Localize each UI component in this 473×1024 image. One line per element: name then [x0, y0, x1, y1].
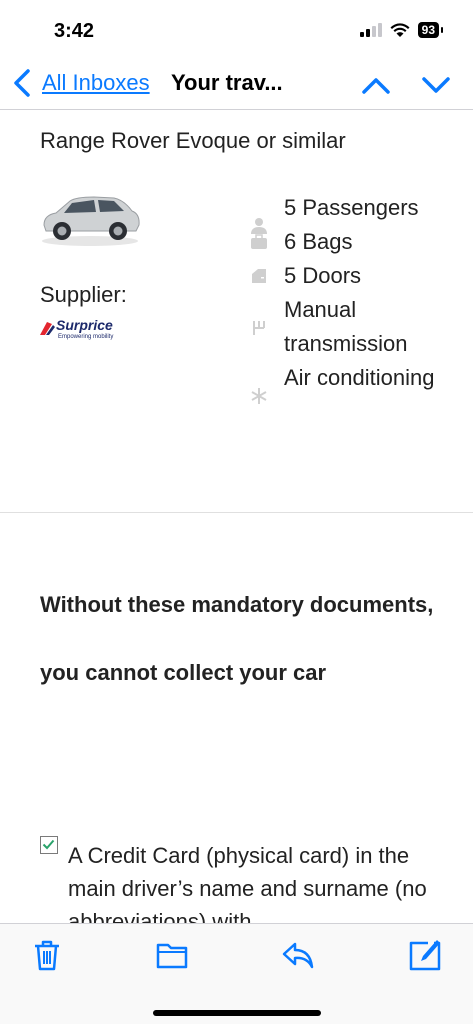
bottom-toolbar: [0, 923, 473, 1024]
feature-transmission: Manual transmission: [250, 293, 460, 361]
status-icons: 93: [359, 22, 444, 38]
feature-air-conditioning: Air conditioning: [250, 361, 460, 404]
checkmark-icon: [42, 839, 55, 850]
gear-shift-icon: [253, 321, 265, 335]
feature-doors: 5 Doors: [250, 259, 460, 293]
bag-icon: [251, 234, 267, 249]
home-indicator[interactable]: [153, 1010, 321, 1016]
supplier-logo-tagline: Empowering mobility: [58, 334, 114, 340]
email-subject-title: Your trav...: [171, 70, 283, 95]
trash-icon[interactable]: [30, 938, 64, 972]
section-divider: [0, 512, 473, 513]
battery-icon: 93: [417, 22, 444, 38]
reply-icon[interactable]: [281, 938, 315, 972]
supplier-logo-name: Surprice: [56, 317, 113, 333]
back-chevron-icon[interactable]: [10, 68, 34, 98]
compose-icon[interactable]: [408, 938, 442, 972]
nav-bar: All Inboxes Your trav...: [0, 60, 473, 110]
car-features-list: 5 Passengers 6 Bags 5 Doors Manual trans…: [250, 191, 460, 404]
status-time: 3:42: [54, 20, 95, 42]
car-model: Range Rover Evoque or similar: [40, 128, 346, 153]
car-image: [42, 196, 140, 246]
feature-bags: 6 Bags: [250, 225, 460, 259]
supplier-label: Supplier:: [40, 282, 127, 307]
cellular-signal-icon: [359, 23, 382, 37]
next-message-chevron-down-icon[interactable]: [420, 72, 452, 98]
wifi-icon: [390, 22, 410, 37]
snowflake-icon: [251, 388, 267, 404]
supplier-logo-mark-icon: [40, 322, 55, 335]
back-button-all-inboxes[interactable]: All Inboxes: [42, 70, 150, 96]
supplier-logo: Surprice Empowering mobility: [38, 317, 138, 343]
door-icon: [252, 269, 266, 283]
feature-passengers: 5 Passengers: [250, 191, 460, 234]
status-bar: 3:42 93: [0, 0, 473, 60]
document-checkbox: [40, 836, 58, 854]
previous-message-chevron-up-icon[interactable]: [360, 72, 392, 98]
folder-icon[interactable]: [155, 938, 189, 972]
mandatory-documents-heading: Without these mandatory documents, you c…: [40, 592, 434, 685]
document-requirement-text: A Credit Card (physical card) in the mai…: [68, 843, 427, 923]
email-body[interactable]: Range Rover Evoque or similar Supplier: …: [0, 111, 473, 923]
